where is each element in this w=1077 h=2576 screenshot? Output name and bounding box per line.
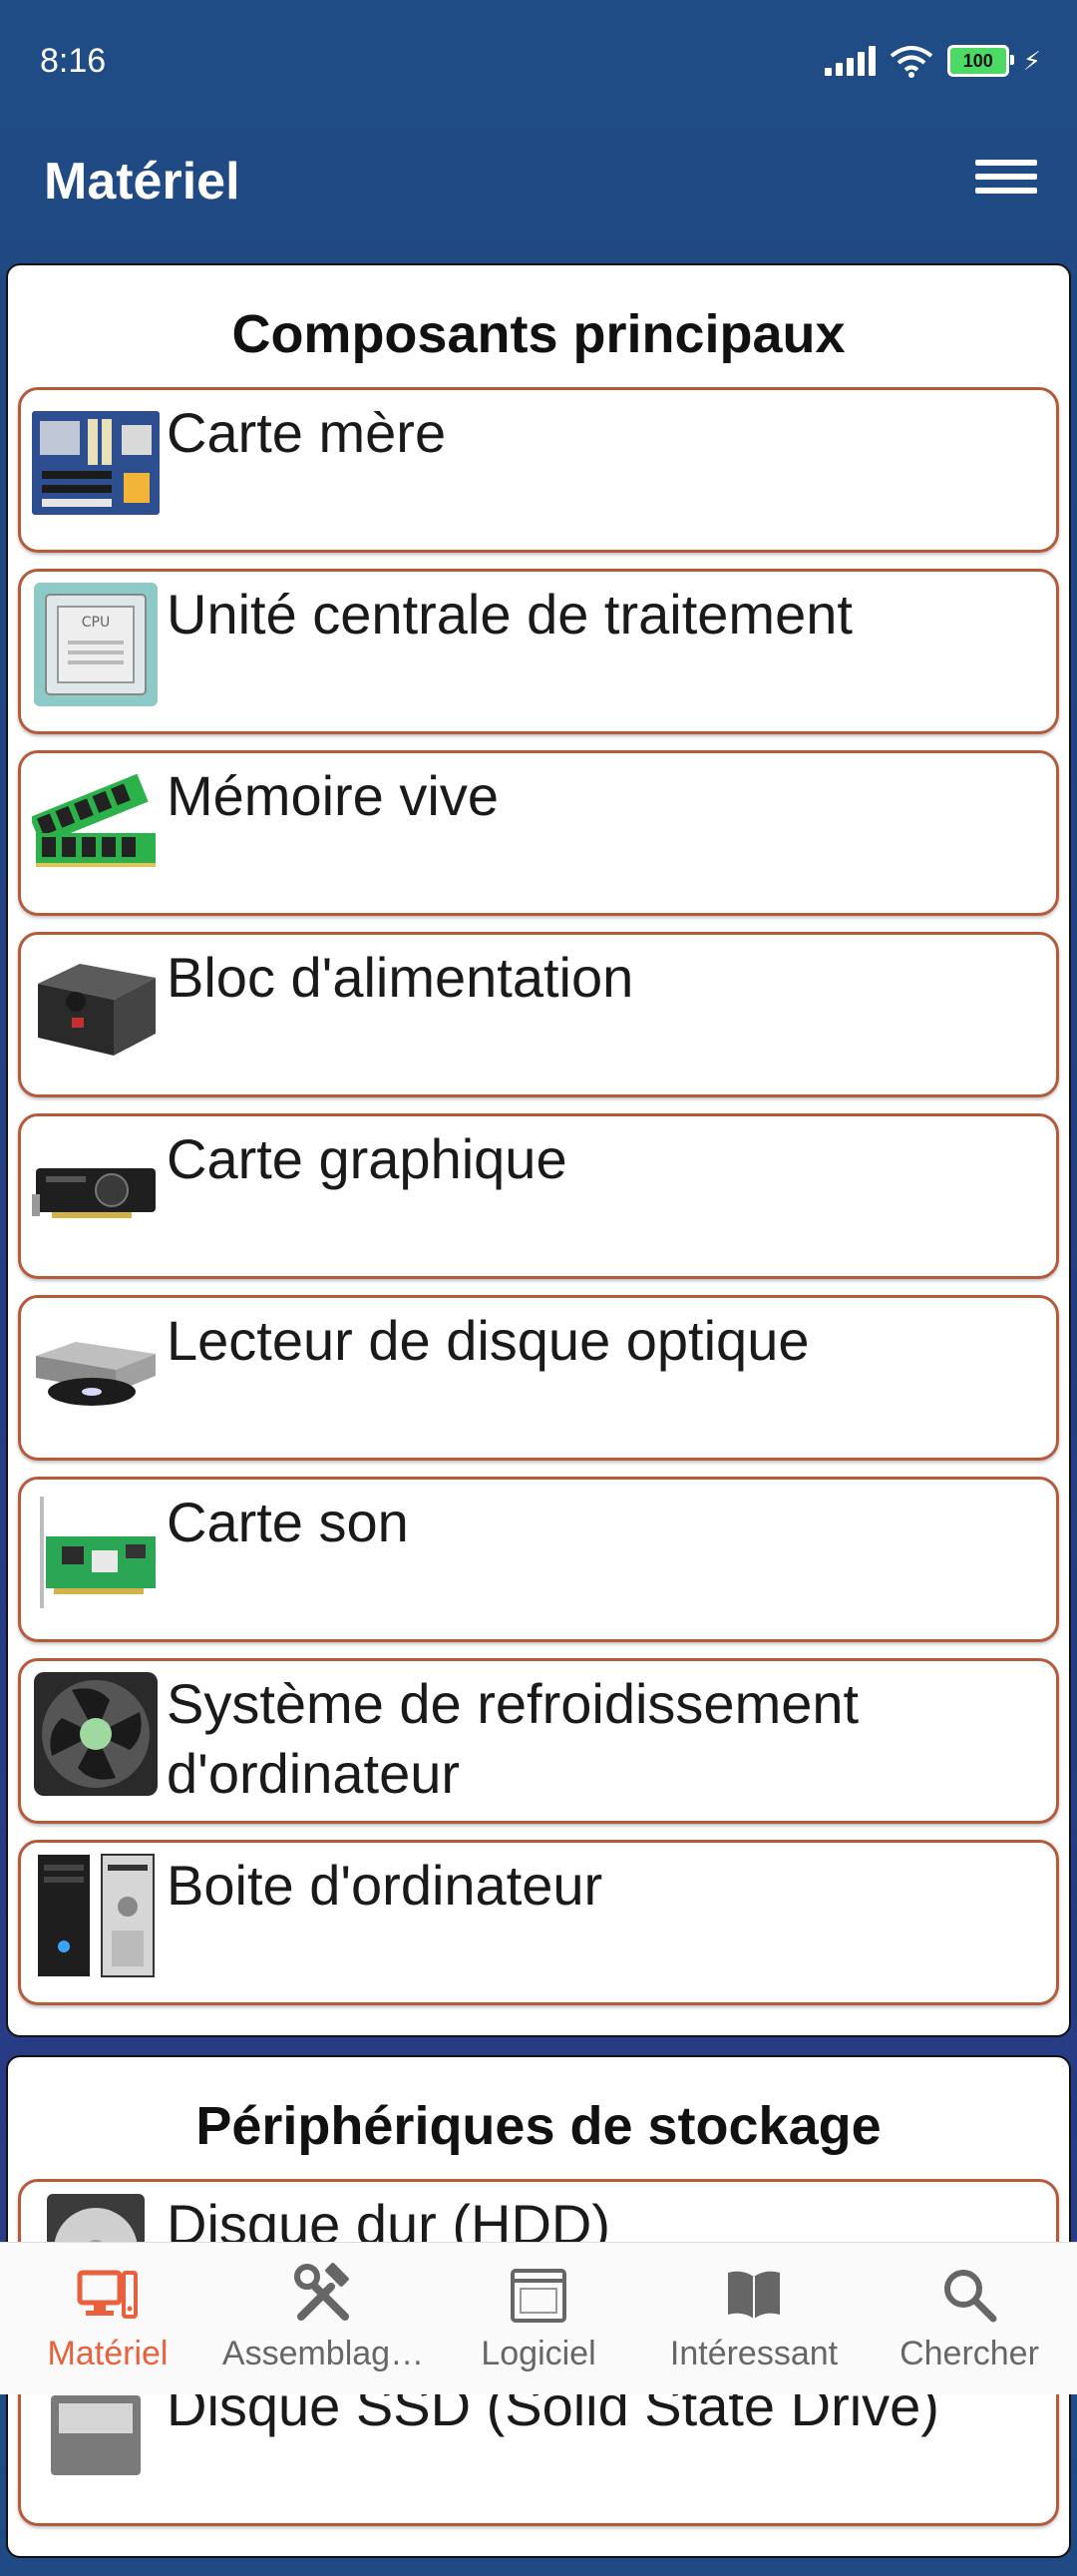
battery-level: 100 <box>962 50 993 71</box>
item-label: Carte graphique <box>167 1127 567 1190</box>
item-label: Bloc d'alimentation <box>167 946 634 1009</box>
page-title: Matériel <box>44 153 240 211</box>
item-label: Lecteur de disque optique <box>167 1309 810 1372</box>
nav-label: Assemblag… <box>221 2335 425 2372</box>
cpu-icon: CPU <box>29 580 163 709</box>
status-icons: 100 ⚡ <box>824 44 1041 78</box>
list-item-optical-drive[interactable]: Lecteur de disque optique <box>18 1295 1059 1461</box>
graphics-card-icon <box>29 1124 163 1254</box>
nav-tab-search[interactable]: Chercher <box>862 2243 1077 2394</box>
item-label: Système de refroidissement d'ordinateur <box>167 1672 860 1805</box>
search-icon <box>944 2270 997 2323</box>
nav-label: Logiciel <box>481 2335 596 2372</box>
item-label: Carte son <box>167 1491 409 1553</box>
hamburger-menu-icon[interactable] <box>971 152 1041 212</box>
list-item-cpu[interactable]: CPU Unité centrale de traitement <box>18 569 1059 734</box>
nav-tab-software[interactable]: Logiciel <box>431 2243 646 2394</box>
computer-icon <box>77 2270 138 2319</box>
status-time: 8:16 <box>40 42 107 80</box>
section-title: Périphériques de stockage <box>195 2096 882 2156</box>
nav-label: Matériel <box>47 2335 169 2372</box>
section-card-main-components: Composants principaux Carte mère CPU Uni… <box>6 263 1071 2037</box>
section-title: Composants principaux <box>231 304 846 364</box>
tools-icon <box>294 2263 349 2321</box>
app-bar: Matériel <box>0 130 1077 259</box>
item-label: Unité centrale de traitement <box>167 583 853 645</box>
book-icon <box>728 2271 780 2319</box>
status-bar: 8:16 100 ⚡ <box>0 0 1077 130</box>
motherboard-icon <box>29 398 163 528</box>
charging-icon: ⚡ <box>1022 45 1041 76</box>
item-label: Carte mère <box>167 401 447 464</box>
computer-case-icon <box>29 1851 163 1980</box>
nav-tab-assembly[interactable]: Assemblag… <box>215 2243 431 2394</box>
item-label: Boite d'ordinateur <box>167 1854 603 1917</box>
wifi-icon <box>890 46 932 78</box>
power-supply-icon <box>29 943 163 1073</box>
list-item-graphics-card[interactable]: Carte graphique <box>18 1113 1059 1279</box>
ram-icon <box>29 761 163 891</box>
list-item-motherboard[interactable]: Carte mère <box>18 387 1059 553</box>
list-item-ram[interactable]: Mémoire vive <box>18 750 1059 916</box>
list-item-case[interactable]: Boite d'ordinateur <box>18 1840 1059 2005</box>
svg-text:CPU: CPU <box>82 615 110 631</box>
list-item-sound-card[interactable]: Carte son <box>18 1477 1059 1642</box>
item-label: Mémoire vive <box>167 764 499 827</box>
list-item-cooling[interactable]: Système de refroidissement d'ordinateur <box>18 1658 1059 1824</box>
nav-tab-interesting[interactable]: Intéressant <box>646 2243 862 2394</box>
signal-icon <box>824 46 876 76</box>
nav-tab-hardware[interactable]: Matériel <box>0 2243 215 2394</box>
battery-icon: 100 <box>946 45 1014 77</box>
optical-drive-icon <box>29 1306 163 1436</box>
nav-label: Intéressant <box>669 2335 839 2372</box>
content-list: Composants principaux Carte mère CPU Uni… <box>6 263 1071 2576</box>
sound-card-icon <box>29 1488 163 1617</box>
cooling-fan-icon <box>29 1669 163 1799</box>
nav-label: Chercher <box>899 2335 1039 2372</box>
bottom-nav: Matériel Assemblag… Logiciel Intéressant <box>0 2242 1077 2394</box>
list-item-power-supply[interactable]: Bloc d'alimentation <box>18 932 1059 1097</box>
software-window-icon <box>511 2269 566 2323</box>
